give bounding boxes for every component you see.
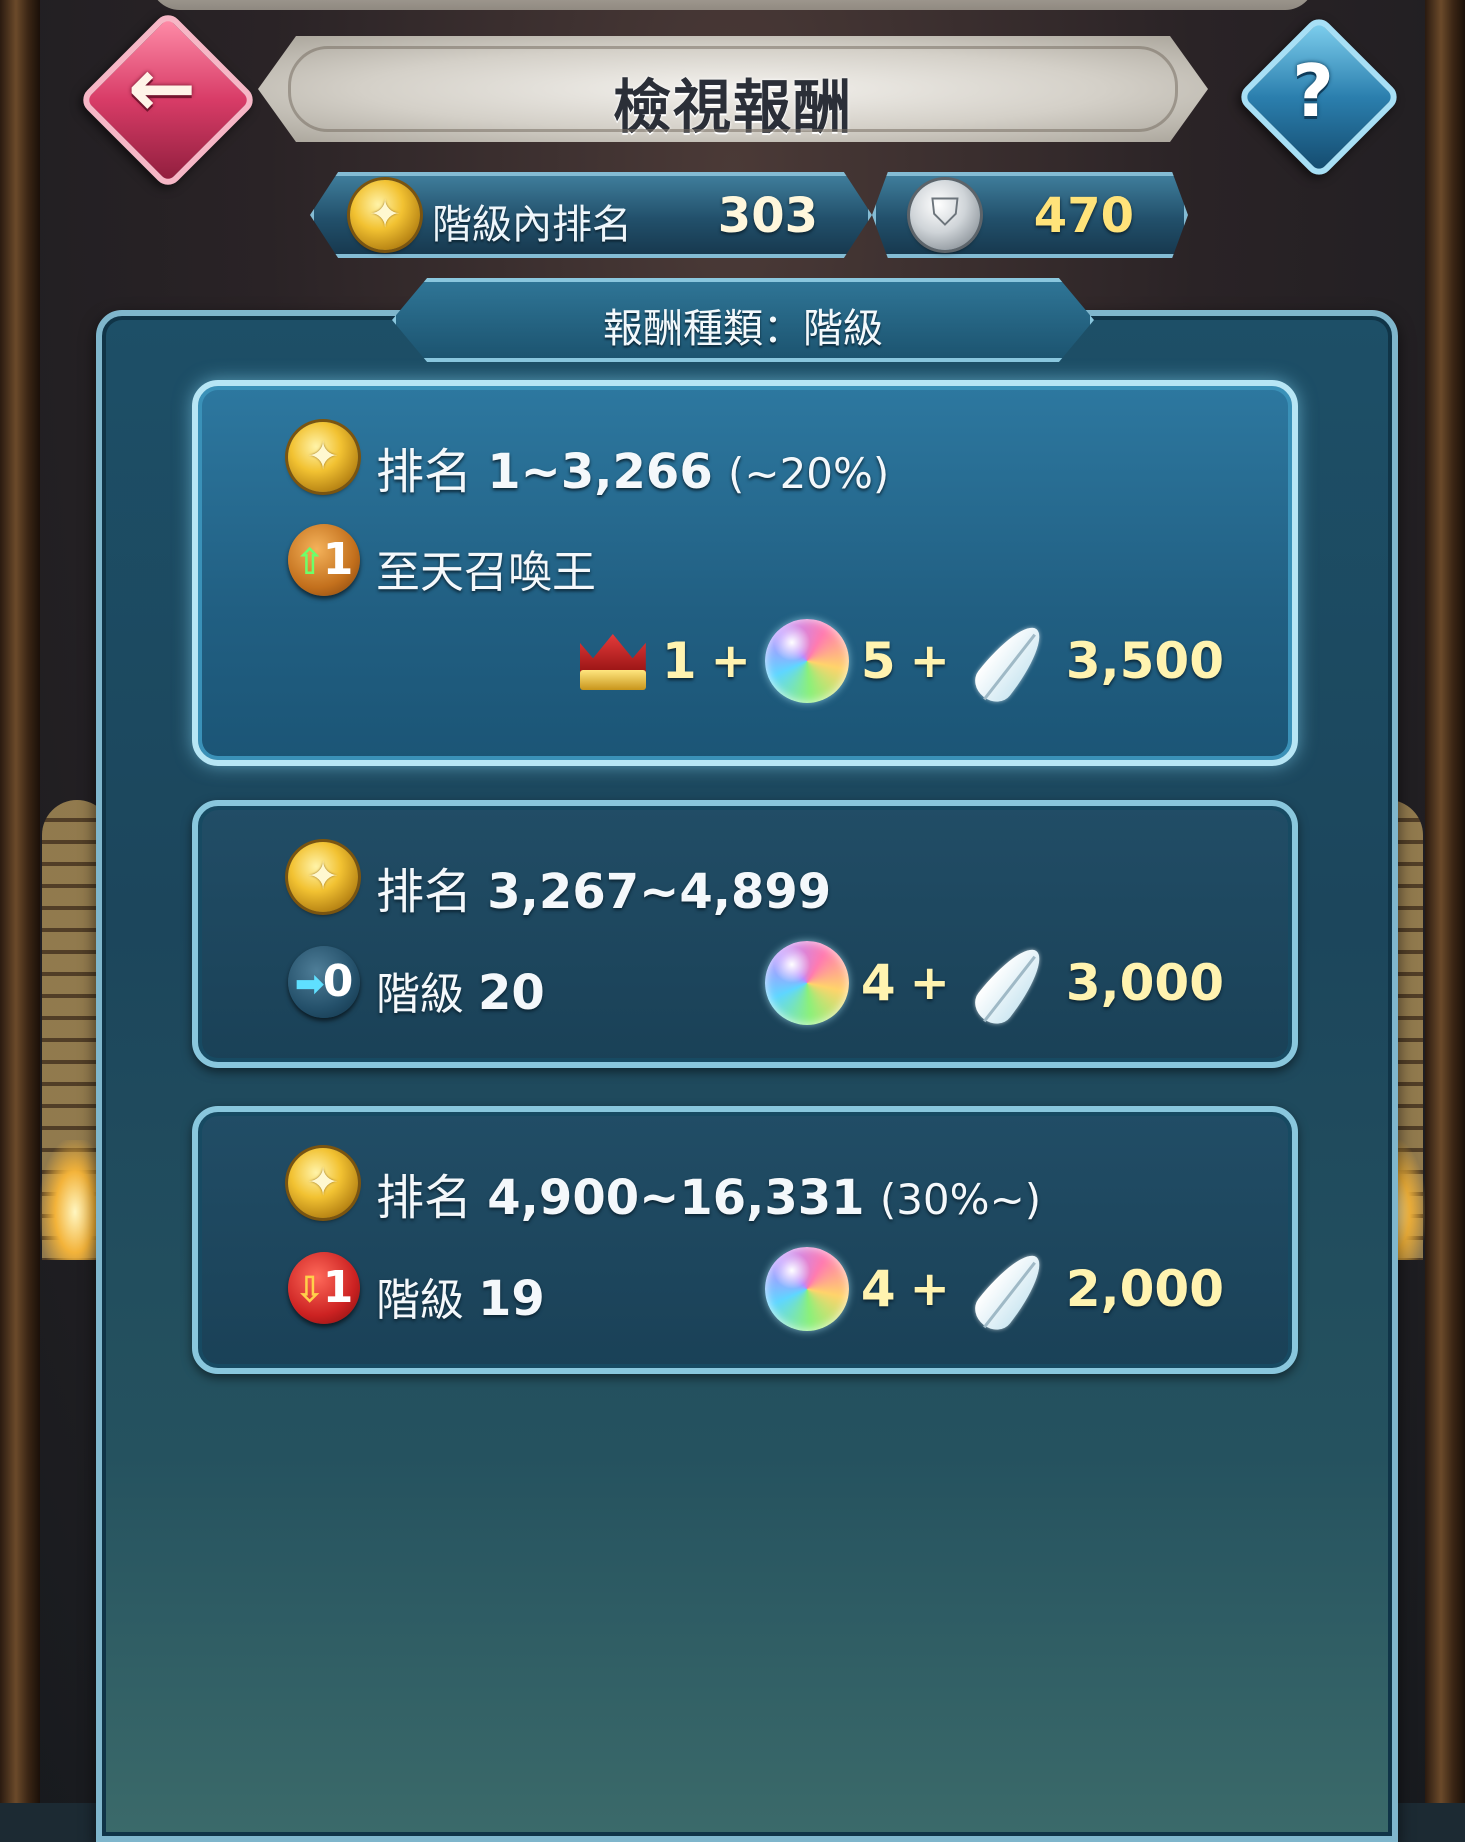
tier-up-icon: ⇧1 <box>288 524 360 596</box>
feather-count: 3,000 <box>1065 954 1224 1012</box>
reward-items: 1 + 5 + 3,500 <box>576 616 1224 710</box>
help-button[interactable]: ? <box>1235 13 1403 181</box>
title-plate: 檢視報酬 <box>258 36 1208 142</box>
rank-range: 4,900~16,331 <box>487 1170 865 1226</box>
crown-count: 1 <box>661 632 697 690</box>
tier-change-text: 階級 20 <box>376 958 545 1022</box>
rank-percent: (30%~) <box>879 1175 1042 1224</box>
reward-tier-card[interactable]: 排名 1~3,266 (~20%) ⇧1 至天召喚王 1 + 5 + 3,500 <box>192 380 1298 766</box>
right-pillar <box>1425 0 1465 1803</box>
tier-change-text: 至天召喚王 <box>376 536 596 600</box>
tier-change-text: 階級 19 <box>376 1264 545 1328</box>
orb-count: 4 <box>860 1260 896 1318</box>
question-mark-icon: ? <box>1292 49 1334 133</box>
tier-rank-value: 303 <box>717 188 818 244</box>
rank-medal-icon <box>288 1148 358 1218</box>
orb-count: 4 <box>860 954 896 1012</box>
rank-range: 3,267~4,899 <box>487 864 832 920</box>
feather-icon <box>964 1244 1054 1338</box>
tier-change-amount: 0 <box>322 956 354 1007</box>
tier-rank-pill: 階級內排名 303 <box>310 172 872 258</box>
reward-type-tab: 報酬種類：階級 <box>392 278 1094 362</box>
silver-shield-medal-icon <box>910 180 980 250</box>
rank-medal-icon <box>350 180 420 250</box>
orb-icon <box>764 619 849 703</box>
plus-sign: + <box>909 633 950 689</box>
tier-change-amount: 1 <box>322 534 354 585</box>
right-arrow-icon: ➡ <box>294 964 325 1005</box>
rank-prefix: 排名 <box>376 444 473 500</box>
tier-down-icon: ⇩1 <box>288 1252 360 1324</box>
orb-count: 5 <box>860 632 896 690</box>
feather-count: 3,500 <box>1065 632 1224 690</box>
rank-prefix: 排名 <box>376 864 473 920</box>
rank-range-text: 排名 4,900~16,331 (30%~) <box>376 1158 1041 1228</box>
tier-change-amount: 1 <box>322 1262 354 1313</box>
tier-destination: 至天召喚王 <box>376 547 596 598</box>
rank-prefix: 排名 <box>376 1170 473 1226</box>
tier-stay-icon: ➡0 <box>288 946 360 1018</box>
reward-tier-card[interactable]: 排名 4,900~16,331 (30%~) ⇩1 階級 19 4 + 2,00… <box>192 1106 1298 1374</box>
reward-tier-card[interactable]: 排名 3,267~4,899 ➡0 階級 20 4 + 3,000 <box>192 800 1298 1068</box>
feather-icon <box>964 616 1054 710</box>
reward-items: 4 + 3,000 <box>764 938 1224 1032</box>
orb-icon <box>764 941 849 1025</box>
orb-icon <box>764 1247 849 1331</box>
tier-label: 階級 <box>376 969 464 1020</box>
feather-icon <box>964 938 1054 1032</box>
rank-range-text: 排名 1~3,266 (~20%) <box>376 432 889 502</box>
down-arrow-icon: ⇩ <box>294 1270 325 1311</box>
feather-count: 2,000 <box>1065 1260 1224 1318</box>
rank-medal-icon <box>288 422 358 492</box>
tier-number: 20 <box>478 965 545 1021</box>
left-pillar <box>0 0 40 1803</box>
tier-number: 19 <box>478 1271 545 1327</box>
top-edge-plate <box>150 0 1315 10</box>
back-arrow-icon: ← <box>127 41 197 136</box>
score-pill: 470 <box>872 172 1188 258</box>
reward-items: 4 + 2,000 <box>764 1244 1224 1338</box>
page-title: 檢視報酬 <box>612 73 853 141</box>
up-arrow-icon: ⇧ <box>294 542 325 583</box>
tier-label: 階級 <box>376 1275 464 1326</box>
tier-rank-label: 階級內排名 <box>432 202 632 248</box>
plus-sign: + <box>909 955 950 1011</box>
plus-sign: + <box>909 1261 950 1317</box>
rank-medal-icon <box>288 842 358 912</box>
reward-type-label: 報酬種類：階級 <box>603 306 883 352</box>
plus-sign: + <box>710 633 751 689</box>
crown-icon <box>576 628 650 694</box>
back-button[interactable]: ← <box>77 9 259 191</box>
rank-percent: (~20%) <box>728 449 890 498</box>
score-value: 470 <box>1033 188 1134 244</box>
rank-range-text: 排名 3,267~4,899 <box>376 852 831 922</box>
rank-range: 1~3,266 <box>487 444 713 500</box>
